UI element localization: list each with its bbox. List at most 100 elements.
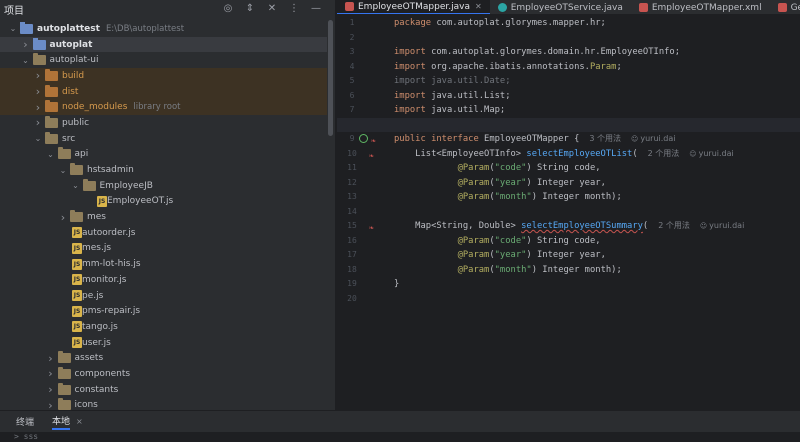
tree-item[interactable]: › node_modules library root [0,99,327,116]
line-number: 7 [349,105,355,114]
code-line[interactable]: @Param("year") Integer year, [394,248,800,263]
code-line[interactable] [394,205,800,220]
tab-terminal[interactable]: 终端 [16,415,34,428]
code-line[interactable]: import org.apache.ibatis.annotations.Par… [394,60,800,75]
close-icon[interactable]: × [76,417,83,426]
tree-item[interactable]: › assets [0,350,327,366]
code-token: import java.util.Date; [394,76,511,86]
close-icon[interactable]: ✕ [265,2,279,16]
code-line[interactable]: public interface EmployeeOTMapper {3 个用法… [394,132,800,147]
project-panel: 项目 ◎ ⇕ ✕ ⋮ — ⌄ autoplattest E:\DB\autoplat… [0,0,336,410]
mybatis-bird-icon[interactable]: ❧ [369,221,374,236]
code-line[interactable] [394,292,800,307]
line-number: 14 [347,206,357,216]
code-token: import [394,90,432,101]
chevron-right-icon[interactable]: › [33,85,43,98]
hide-icon[interactable]: — [309,2,323,16]
chevron-right-icon[interactable]: › [33,101,43,114]
code-line[interactable] [394,31,800,46]
tree-item[interactable]: JS mes.js [0,241,327,257]
chevron-right-icon[interactable]: › [46,383,56,396]
tree-item[interactable]: › mes [0,209,327,225]
tree-item-label: autoplat [49,39,93,50]
tree-item[interactable]: JS autoorder.js [0,225,327,241]
editor-tab[interactable]: GetMesL [770,0,800,14]
code-area[interactable]: package com.autoplat.glorymes.mapper.hr;… [337,16,800,307]
tree-item[interactable]: › components [0,366,327,382]
tree-item[interactable]: JS pe.js [0,288,327,304]
tree-item[interactable]: JS EmployeeOT.js [0,194,327,210]
tree-item[interactable]: › build [0,68,327,84]
author-hint[interactable]: yurui.dai [689,149,733,158]
editor-tab[interactable]: EmployeeOTMapper.java ✕ [337,0,490,14]
code-line[interactable]: Map<String, Double> selectEmployeeOTSumm… [394,219,800,234]
tree-item[interactable]: ⌄ api [0,147,327,163]
usages-hint[interactable]: 2 个用法 [658,221,690,230]
tree-item[interactable]: JS pms-repair.js [0,303,327,319]
code-token: } [394,279,400,289]
tree-item[interactable]: JS tango.js [0,319,327,335]
chevron-right-icon[interactable]: › [46,352,56,365]
tab-local[interactable]: 本地 [52,414,71,430]
editor-tab[interactable]: EmployeeOTService.java [490,0,631,14]
code-line[interactable]: import com.autoplat.glorymes.domain.hr.E… [394,45,800,60]
editor-tab[interactable]: EmployeeOTMapper.xml [631,0,770,14]
chevron-down-icon[interactable]: ⌄ [21,56,31,65]
chevron-right-icon[interactable]: › [46,367,56,380]
code-line[interactable]: import java.util.Map; [394,103,800,118]
code-line[interactable]: import java.util.List; [394,89,800,104]
terminal-output[interactable]: > sss [0,432,800,442]
mybatis-bird-icon[interactable]: ❧ [369,149,374,164]
collapse-icon[interactable]: ⇕ [243,2,257,16]
implemented-icon[interactable] [359,134,368,143]
code-line[interactable]: @Param("month") Integer month); [394,190,800,205]
code-line[interactable]: package com.autoplat.glorymes.mapper.hr; [394,16,800,31]
code-line[interactable]: @Param("year") Integer year, [394,176,800,191]
tree-item[interactable]: JS monitor.js [0,272,327,288]
tree-item[interactable]: ⌄ src [0,131,327,147]
code-line[interactable]: List<EmployeeOTInfo> selectEmployeeOTLis… [394,147,800,162]
chevron-right-icon[interactable]: › [46,399,56,410]
mybatis-bird-icon[interactable]: ❧ [371,134,376,149]
tree-item[interactable]: ⌄ autoplat-ui [0,52,327,68]
chevron-down-icon[interactable]: ⌄ [71,181,81,190]
chevron-down-icon[interactable]: ⌄ [46,150,56,159]
tree-item-label: components [74,368,131,379]
close-icon[interactable]: ✕ [475,2,482,11]
code-line[interactable]: @Param("month") Integer month); [394,263,800,278]
tree-item[interactable]: › constants [0,382,327,398]
locate-icon[interactable]: ◎ [221,2,235,16]
code-line[interactable]: @Param("code") String code, [394,234,800,249]
tree-item[interactable]: › icons [0,398,327,410]
code-editor[interactable]: 123456789❧10❧1112131415❧1617181920 packa… [337,16,800,410]
chevron-down-icon[interactable]: ⌄ [58,166,68,175]
tree-item[interactable]: JS user.js [0,335,327,351]
usages-hint[interactable]: 3 个用法 [589,134,621,143]
project-scrollbar[interactable] [328,20,333,136]
chevron-right-icon[interactable]: › [33,116,43,129]
folder-icon [45,68,58,81]
chevron-right-icon[interactable]: › [33,69,43,82]
tree-item[interactable]: ⌄ hstsadmin [0,162,327,178]
code-line[interactable]: } [394,277,800,292]
code-line[interactable]: @Param("code") String code, [394,161,800,176]
chevron-down-icon[interactable]: ⌄ [8,24,18,33]
tree-item[interactable]: › public [0,115,327,131]
code-line[interactable] [337,117,800,132]
options-icon[interactable]: ⋮ [287,2,301,16]
tree-item[interactable]: JS mm-lot-his.js [0,256,327,272]
tree-item[interactable]: › autoplat [0,36,327,53]
tree-item[interactable]: › dist [0,83,327,100]
chevron-right-icon[interactable]: › [21,38,31,51]
author-hint[interactable]: yurui.dai [700,221,744,230]
code-line[interactable]: import java.util.Date; [394,74,800,89]
project-title[interactable]: 项目 [4,2,24,17]
tree-item-label: src [62,133,76,144]
chevron-down-icon[interactable]: ⌄ [33,134,43,143]
usages-hint[interactable]: 2 个用法 [648,149,680,158]
tree-item[interactable]: ⌄ autoplattest E:\DB\autoplattest [0,21,327,37]
author-hint[interactable]: yurui.dai [631,134,675,143]
code-token: @Param [457,177,490,188]
tree-item[interactable]: ⌄ EmployeeJB [0,178,327,194]
chevron-right-icon[interactable]: › [58,211,68,224]
